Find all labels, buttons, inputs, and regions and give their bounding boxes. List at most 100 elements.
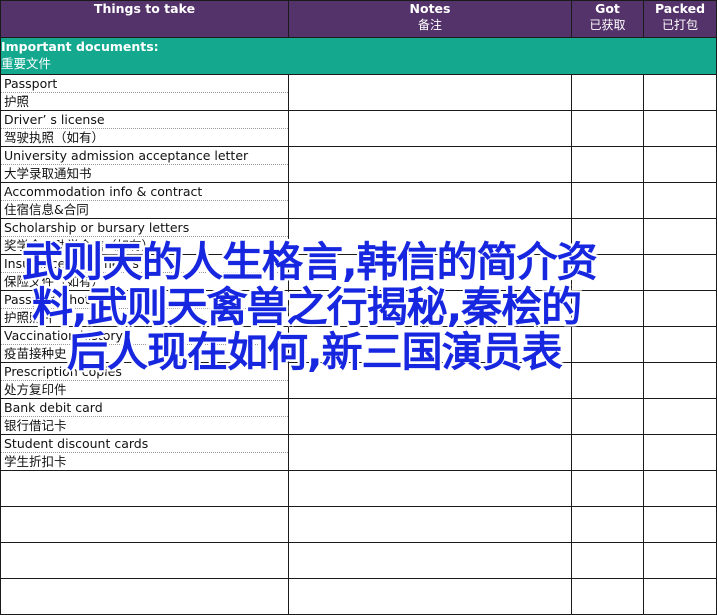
item-name-cn: 奖学金或助学金信（如有）	[4, 238, 155, 253]
item-name-cn: 疫苗接种史	[4, 346, 67, 361]
table-row: Bank debit card 银行借记卡	[0, 398, 717, 435]
item-name-cn: 护照照片	[4, 310, 55, 325]
item-name-cell: Insurance documents 保险文件（如有）	[0, 254, 289, 291]
item-name-cell[interactable]	[0, 506, 289, 543]
item-name-en: Student discount cards	[1, 435, 288, 453]
section-title-en: Important documents:	[1, 39, 159, 54]
got-checkbox-cell[interactable]	[571, 506, 644, 543]
got-checkbox-cell[interactable]	[571, 254, 644, 291]
packed-checkbox-cell[interactable]	[643, 506, 717, 543]
table-row: Insurance documents 保险文件（如有）	[0, 254, 717, 291]
packed-checkbox-cell[interactable]	[643, 218, 717, 255]
notes-cell[interactable]	[288, 326, 572, 363]
table-row: Prescription copies 处方复印件	[0, 362, 717, 399]
section-title-cn: 重要文件	[1, 56, 52, 71]
got-checkbox-cell[interactable]	[571, 182, 644, 219]
packed-checkbox-cell[interactable]	[643, 146, 717, 183]
col-notes-header: Notes 备注	[288, 0, 572, 38]
got-checkbox-cell[interactable]	[571, 74, 644, 111]
item-name-cell[interactable]	[0, 542, 289, 579]
notes-cell[interactable]	[288, 254, 572, 291]
packed-checkbox-cell[interactable]	[643, 74, 717, 111]
notes-cell[interactable]	[288, 542, 572, 579]
notes-cell[interactable]	[288, 182, 572, 219]
got-checkbox-cell[interactable]	[571, 146, 644, 183]
got-checkbox-cell[interactable]	[571, 110, 644, 147]
packed-checkbox-cell[interactable]	[643, 182, 717, 219]
table-row: Vaccination history 疫苗接种史	[0, 326, 717, 363]
header-row: Things to take Notes 备注 Got 已获取 Packed 已打包	[0, 0, 717, 38]
item-name-en: Vaccination history	[1, 327, 288, 345]
packed-checkbox-cell[interactable]	[643, 578, 717, 615]
notes-cell[interactable]	[288, 146, 572, 183]
packed-checkbox-cell[interactable]	[643, 542, 717, 579]
item-name-cell: Passport photos 护照照片	[0, 290, 289, 327]
notes-cell[interactable]	[288, 74, 572, 111]
got-checkbox-cell[interactable]	[571, 434, 644, 471]
got-checkbox-cell[interactable]	[571, 578, 644, 615]
table-row: Passport 护照	[0, 74, 717, 111]
table-row: University admission acceptance letter 大学…	[0, 146, 717, 183]
packed-checkbox-cell[interactable]	[643, 470, 717, 507]
packed-checkbox-cell[interactable]	[643, 398, 717, 435]
section-title: Important documents: 重要文件	[0, 37, 717, 75]
got-checkbox-cell[interactable]	[571, 326, 644, 363]
got-checkbox-cell[interactable]	[571, 290, 644, 327]
item-name-cn: 处方复印件	[4, 382, 67, 397]
col-packed-header: Packed 已打包	[643, 0, 717, 38]
item-name-cell[interactable]	[0, 578, 289, 615]
packing-checklist-table: Things to take Notes 备注 Got 已获取 Packed 已打包 …	[0, 0, 717, 615]
table-row: Driver’ s license 驾驶执照（如有）	[0, 110, 717, 147]
item-name-cell: Prescription copies 处方复印件	[0, 362, 289, 399]
item-name-en: Driver’ s license	[1, 111, 288, 129]
notes-cell[interactable]	[288, 218, 572, 255]
item-name-cell: Accommodation info & contract 住宿信息&合同	[0, 182, 289, 219]
col-got-header: Got 已获取	[571, 0, 644, 38]
item-name-cell[interactable]	[0, 470, 289, 507]
section-row-important-documents: Important documents: 重要文件	[0, 37, 717, 75]
notes-cell[interactable]	[288, 290, 572, 327]
item-name-cn: 保险文件（如有）	[4, 274, 105, 289]
empty-row	[0, 578, 717, 615]
packed-checkbox-cell[interactable]	[643, 110, 717, 147]
notes-cell[interactable]	[288, 506, 572, 543]
packed-checkbox-cell[interactable]	[643, 362, 717, 399]
item-name-cn: 银行借记卡	[4, 418, 67, 433]
item-name-cn: 驾驶执照（如有）	[4, 130, 105, 145]
item-name-en: Bank debit card	[1, 399, 288, 417]
item-name-cn: 学生折扣卡	[4, 454, 67, 469]
item-name-cell: Scholarship or bursary letters 奖学金或助学金信（如…	[0, 218, 289, 255]
notes-cell[interactable]	[288, 578, 572, 615]
item-name-en: Prescription copies	[1, 363, 288, 381]
packed-checkbox-cell[interactable]	[643, 254, 717, 291]
item-name-en: Scholarship or bursary letters	[1, 219, 288, 237]
got-checkbox-cell[interactable]	[571, 542, 644, 579]
empty-row	[0, 470, 717, 507]
item-name-en: Passport photos	[1, 291, 288, 309]
notes-cell[interactable]	[288, 362, 572, 399]
notes-cell[interactable]	[288, 398, 572, 435]
item-name-en: Accommodation info & contract	[1, 183, 288, 201]
item-name-cell: Passport 护照	[0, 74, 289, 111]
item-name-cell: Driver’ s license 驾驶执照（如有）	[0, 110, 289, 147]
item-name-cn: 大学录取通知书	[4, 166, 92, 181]
notes-cell[interactable]	[288, 110, 572, 147]
empty-row	[0, 506, 717, 543]
notes-cell[interactable]	[288, 434, 572, 471]
notes-cell[interactable]	[288, 470, 572, 507]
got-checkbox-cell[interactable]	[571, 362, 644, 399]
table-row: Student discount cards 学生折扣卡	[0, 434, 717, 471]
item-name-cn: 住宿信息&合同	[4, 202, 89, 217]
got-checkbox-cell[interactable]	[571, 470, 644, 507]
table-row: Accommodation info & contract 住宿信息&合同	[0, 182, 717, 219]
col-things-header: Things to take	[0, 0, 289, 38]
got-checkbox-cell[interactable]	[571, 398, 644, 435]
table-row: Passport photos 护照照片	[0, 290, 717, 327]
item-name-en: University admission acceptance letter	[1, 147, 288, 165]
got-checkbox-cell[interactable]	[571, 218, 644, 255]
packed-checkbox-cell[interactable]	[643, 434, 717, 471]
item-name-cell: University admission acceptance letter 大学…	[0, 146, 289, 183]
item-name-cn: 护照	[4, 94, 30, 109]
packed-checkbox-cell[interactable]	[643, 326, 717, 363]
packed-checkbox-cell[interactable]	[643, 290, 717, 327]
